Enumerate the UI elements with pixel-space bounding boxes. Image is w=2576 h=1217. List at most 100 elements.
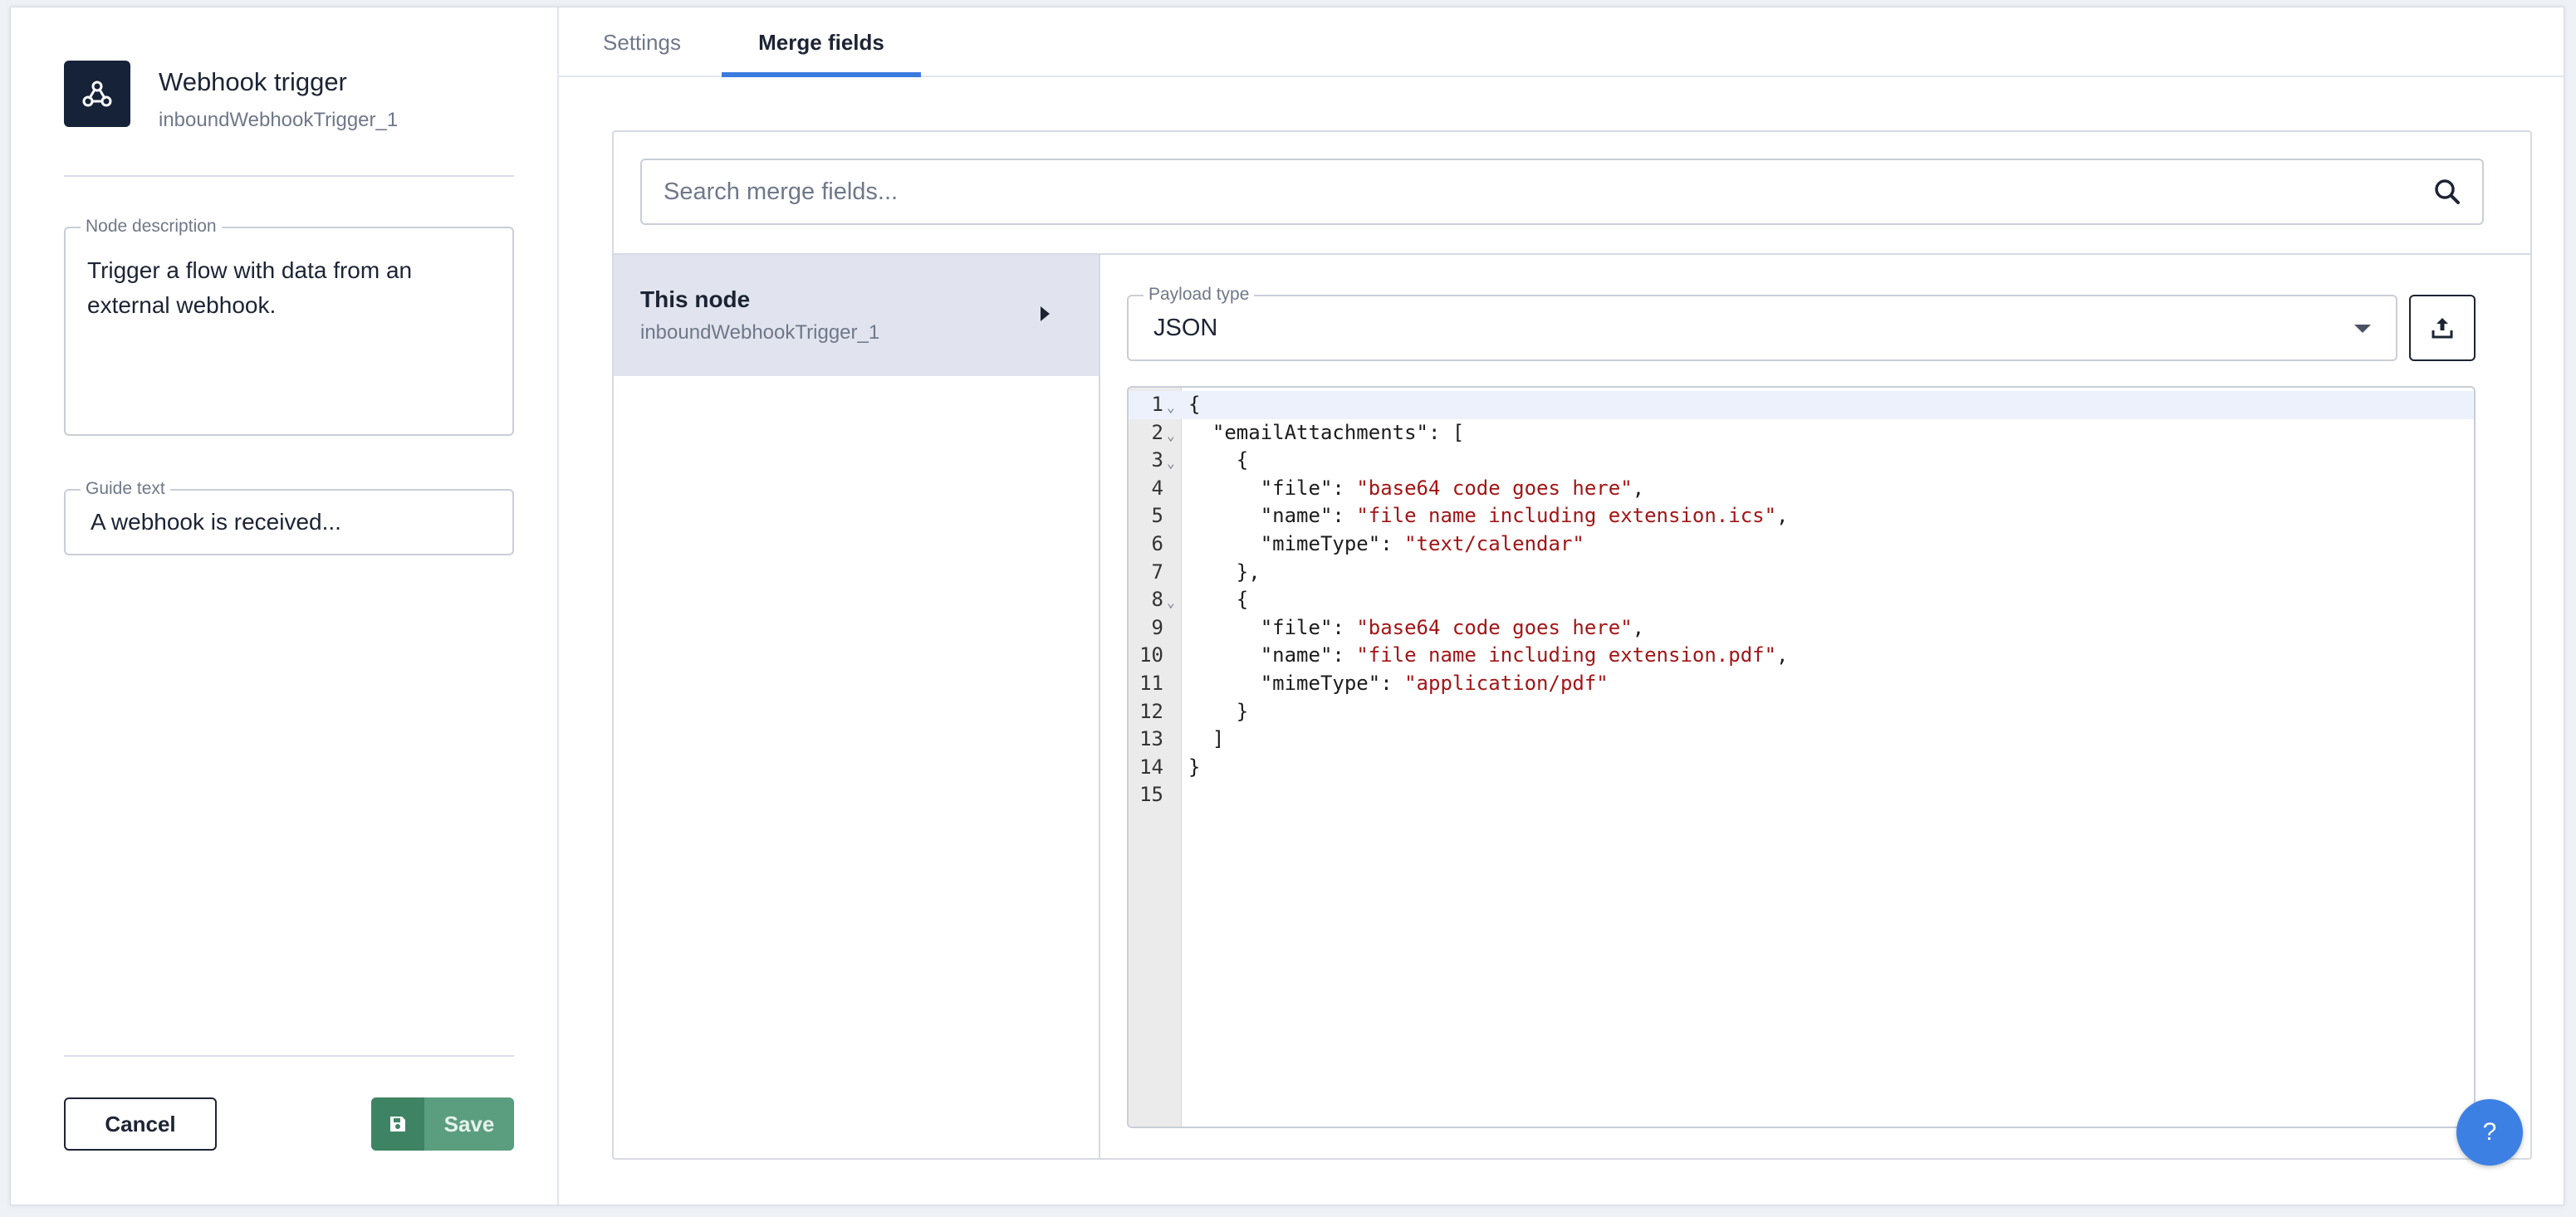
save-label: Save (443, 1111, 495, 1136)
punctuation-token: }, (1188, 560, 1261, 584)
node-description-field[interactable]: Node description Trigger a flow with dat… (64, 217, 514, 436)
line-number: 8 (1151, 588, 1163, 612)
editor-line[interactable]: 9 "file": "base64 code goes here", (1129, 614, 2474, 643)
merge-fields-panel: This node inboundWebhookTrigger_1 Payloa… (612, 130, 2532, 1160)
key-token: "file" (1260, 615, 1333, 639)
key-token: "mimeType" (1260, 531, 1381, 555)
guide-text-label: Guide text (81, 479, 170, 499)
punctuation-token: : (1332, 615, 1357, 639)
line-number: 5 (1151, 504, 1163, 528)
key-token: "name" (1260, 504, 1333, 528)
line-number: 1 (1151, 393, 1163, 416)
key-token: "emailAttachments" (1212, 420, 1428, 444)
string-token: "text/calendar" (1404, 531, 1584, 555)
payload-type-label: Payload type (1144, 285, 1255, 305)
line-code: "file": "base64 code goes here", (1188, 614, 1644, 643)
save-button[interactable]: Save (371, 1097, 514, 1151)
punctuation-token: : (1380, 671, 1405, 695)
payload-type-select[interactable]: Payload type JSON (1127, 285, 2397, 361)
search-icon[interactable] (2432, 177, 2462, 207)
punctuation-token: } (1188, 755, 1201, 779)
string-token: "file name including extension.pdf" (1356, 643, 1777, 667)
json-editor[interactable]: 1 ⌄{2 ⌄ "emailAttachments": [3 ⌄ {4 "file":… (1127, 386, 2476, 1128)
fold-chevron-icon[interactable]: ⌄ (1167, 393, 1180, 422)
payload-type-value: JSON (1153, 315, 1218, 341)
line-code: "name": "file name including extension.p… (1188, 642, 1789, 670)
node-title: Webhook trigger (159, 67, 347, 96)
editor-line[interactable]: 2 ⌄ "emailAttachments": [ (1129, 419, 2474, 447)
line-number: 15 (1139, 783, 1163, 807)
editor-line[interactable]: 5 "name": "file name including extension… (1129, 502, 2474, 530)
cancel-button[interactable]: Cancel (64, 1097, 217, 1151)
line-code: "mimeType": "text/calendar" (1188, 530, 1584, 559)
punctuation-token (1188, 504, 1261, 527)
editor-line[interactable]: 3 ⌄ { (1129, 447, 2474, 475)
punctuation-token: , (1776, 504, 1789, 528)
tab-bar: Settings Merge fields (559, 7, 2564, 77)
key-token: "mimeType" (1260, 671, 1381, 695)
editor-line[interactable]: 10 "name": "file name including extensio… (1129, 642, 2474, 670)
webhook-icon (64, 61, 130, 127)
editor-line[interactable]: 11 "mimeType": "application/pdf" (1129, 670, 2474, 698)
search-field[interactable] (640, 159, 2484, 225)
line-code: } (1188, 754, 1200, 782)
editor-line[interactable]: 7 }, (1129, 559, 2474, 587)
editor-line[interactable]: 4 "file": "base64 code goes here", (1129, 475, 2474, 503)
tree-item-this-node[interactable]: This node inboundWebhookTrigger_1 (614, 255, 1099, 376)
upload-button[interactable] (2409, 295, 2476, 361)
editor-line[interactable]: 8 ⌄ { (1129, 586, 2474, 614)
punctuation-token: { (1188, 588, 1249, 612)
editor-line[interactable]: 1 ⌄ { (1129, 391, 2474, 419)
search-input[interactable] (662, 160, 2406, 223)
punctuation-token (1188, 532, 1261, 555)
tab-settings[interactable]: Settings (600, 7, 683, 77)
line-number: 3 (1151, 448, 1163, 472)
line-number: 11 (1139, 671, 1163, 695)
string-token: "file name including extension.ics" (1356, 504, 1777, 528)
upload-icon (2432, 318, 2453, 339)
guide-text-value[interactable]: A webhook is received... (91, 509, 341, 535)
punctuation-token: } (1188, 699, 1249, 723)
tree-item-subtitle: inboundWebhookTrigger_1 (640, 321, 880, 344)
node-sidebar: Webhook trigger inboundWebhookTrigger_1 … (11, 7, 559, 1205)
line-number: 13 (1139, 727, 1163, 751)
save-icon (371, 1097, 424, 1151)
string-token: "base64 code goes here" (1356, 615, 1633, 639)
node-description-value[interactable]: Trigger a flow with data from an externa… (87, 253, 486, 323)
guide-text-field[interactable]: Guide text A webhook is received... (64, 479, 514, 555)
punctuation-token: : (1332, 476, 1357, 500)
chevron-down-icon (2354, 325, 2371, 333)
line-code: ] (1188, 726, 1224, 754)
line-number: 12 (1139, 699, 1163, 723)
editor-line[interactable]: 15 (1129, 781, 2474, 809)
tree-item-title: This node (640, 286, 751, 312)
caret-right-icon (1041, 306, 1050, 321)
fold-chevron-icon[interactable]: ⌄ (1167, 422, 1180, 450)
editor-line[interactable]: 14} (1129, 754, 2474, 782)
line-code: "emailAttachments": [ (1188, 419, 1464, 447)
key-token: "file" (1260, 476, 1333, 500)
punctuation-token: ] (1188, 727, 1225, 751)
fold-chevron-icon[interactable]: ⌄ (1167, 589, 1180, 617)
node-description-label: Node description (81, 217, 222, 237)
line-number: 14 (1139, 755, 1163, 779)
line-number: 7 (1151, 560, 1163, 584)
line-code: "mimeType": "application/pdf" (1188, 670, 1609, 698)
line-code: "name": "file name including extension.i… (1188, 502, 1789, 530)
punctuation-token (1188, 672, 1261, 695)
editor-line[interactable]: 13 ] (1129, 726, 2474, 754)
tab-merge-fields[interactable]: Merge fields (722, 7, 921, 77)
line-code: { (1188, 586, 1248, 614)
punctuation-token: : [ (1428, 420, 1465, 444)
fold-chevron-icon[interactable]: ⌄ (1167, 449, 1180, 477)
line-code: { (1188, 447, 1248, 475)
editor-line[interactable]: 6 "mimeType": "text/calendar" (1129, 530, 2474, 559)
editor-lines: 1 ⌄{2 ⌄ "emailAttachments": [3 ⌄ {4 "file":… (1129, 391, 2474, 809)
help-button[interactable]: ? (2456, 1099, 2523, 1166)
punctuation-token: : (1332, 643, 1357, 667)
line-code: }, (1188, 559, 1261, 587)
line-number: 4 (1151, 476, 1163, 500)
string-token: "base64 code goes here" (1356, 476, 1633, 500)
editor-line[interactable]: 12 } (1129, 698, 2474, 726)
search-bar (614, 132, 2530, 255)
